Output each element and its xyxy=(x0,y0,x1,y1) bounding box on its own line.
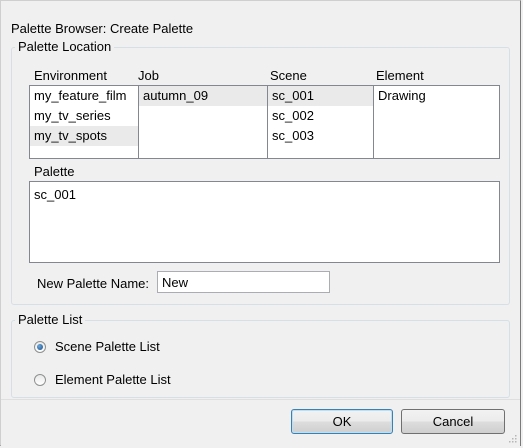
palette-list[interactable]: sc_001 xyxy=(29,181,500,263)
scene-palette-list-radio[interactable] xyxy=(34,340,46,353)
dialog-title: Palette Browser: Create Palette xyxy=(11,21,194,36)
list-item[interactable]: my_feature_film xyxy=(30,86,138,106)
palette-list-label: Palette List xyxy=(15,312,86,328)
element-palette-list-radio[interactable] xyxy=(34,373,46,386)
ok-button[interactable]: OK xyxy=(291,409,393,434)
scene-palette-list-option[interactable]: Scene Palette List xyxy=(34,339,160,354)
list-item[interactable]: my_tv_series xyxy=(30,106,138,126)
list-item[interactable]: sc_002 xyxy=(268,106,373,126)
new-palette-name-label: New Palette Name: xyxy=(37,276,149,291)
scene-palette-list-label: Scene Palette List xyxy=(55,339,160,354)
list-item[interactable]: sc_001 xyxy=(30,185,499,205)
list-item[interactable]: sc_001 xyxy=(268,86,373,106)
list-item[interactable]: sc_003 xyxy=(268,126,373,146)
resize-grip-icon[interactable] xyxy=(507,433,517,443)
cancel-button[interactable]: Cancel xyxy=(401,409,505,434)
element-header: Element xyxy=(376,68,424,83)
list-item[interactable]: Drawing xyxy=(374,86,499,106)
list-item[interactable]: my_tv_spots xyxy=(30,126,138,146)
dialog-footer: OK Cancel xyxy=(1,399,520,446)
element-palette-list-label: Element Palette List xyxy=(55,372,171,387)
palette-label: Palette xyxy=(34,164,75,179)
new-palette-name-input[interactable] xyxy=(157,271,330,293)
scene-header: Scene xyxy=(270,68,307,83)
palette-location-label: Palette Location xyxy=(15,39,115,55)
scene-list[interactable]: sc_001 sc_002 sc_003 xyxy=(267,85,374,159)
environment-header: Environment xyxy=(34,68,107,83)
environment-list[interactable]: my_feature_film my_tv_series my_tv_spots xyxy=(29,85,139,159)
job-list[interactable]: autumn_09 xyxy=(138,85,268,159)
element-palette-list-option[interactable]: Element Palette List xyxy=(34,372,171,387)
element-list[interactable]: Drawing xyxy=(373,85,500,159)
create-palette-dialog: Palette Browser: Create Palette Palette … xyxy=(0,0,521,446)
job-header: Job xyxy=(138,68,159,83)
list-item[interactable]: autumn_09 xyxy=(139,86,267,106)
